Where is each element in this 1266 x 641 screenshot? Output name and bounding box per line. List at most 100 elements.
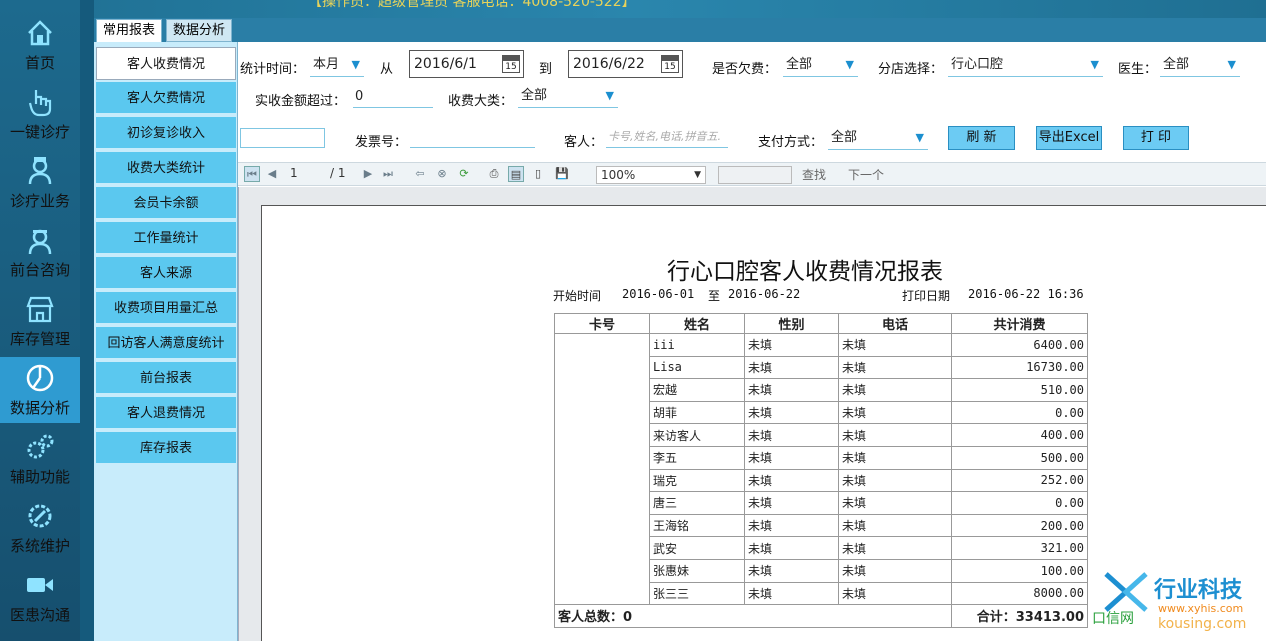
report-list-item[interactable]: 库存报表 <box>96 432 236 465</box>
branch-select[interactable]: 行心口腔 ▼ <box>948 55 1103 77</box>
print-button[interactable]: 打 印 <box>1123 126 1189 150</box>
cell-gender: 未填 <box>744 445 839 470</box>
nav-item-label: 医患沟通 <box>9 606 70 624</box>
calendar-icon[interactable]: 15 <box>502 55 520 73</box>
cell-name: 武安 <box>649 536 745 560</box>
nav-item-0[interactable]: 首页 <box>0 12 80 78</box>
table-row: 宏越 未填 未填 510.00 <box>554 378 1088 402</box>
report-list-item[interactable]: 会员卡余额 <box>96 187 236 220</box>
refresh-button[interactable]: 刷 新 <box>948 126 1015 150</box>
cell-phone: 未填 <box>838 445 952 470</box>
print-layout-icon[interactable]: ▤ <box>508 166 524 182</box>
invoice-input[interactable] <box>410 128 535 148</box>
cell-phone: 未填 <box>838 558 952 583</box>
nav-item-1[interactable]: 一键诊疗 <box>0 81 80 147</box>
period-value: 本月 <box>313 57 340 72</box>
nav-item-label: 一键诊疗 <box>9 123 70 141</box>
cell-gender: 未填 <box>744 558 839 583</box>
nav-item-3[interactable]: 前台咨询 <box>0 219 80 285</box>
cell-total: 100.00 <box>951 558 1088 583</box>
site-url: kousing.com <box>1158 616 1247 632</box>
export-icon[interactable]: 💾 <box>554 166 570 182</box>
end-date-value: 2016-06-22 <box>728 287 801 301</box>
date-range-separator: 至 <box>708 289 721 303</box>
find-input[interactable] <box>718 166 792 184</box>
page-setup-icon[interactable]: ▯ <box>530 166 546 182</box>
first-page-icon[interactable]: ⏮ <box>244 166 260 182</box>
report-list-item[interactable]: 客人收费情况 <box>96 47 236 80</box>
printer-icon[interactable]: ⎙ <box>486 166 502 182</box>
cell-phone: 未填 <box>838 491 952 515</box>
nav-item-7[interactable]: 系统维护 <box>0 495 80 561</box>
amount-input[interactable]: 0 <box>353 88 433 108</box>
tab-common-reports[interactable]: 常用报表 <box>96 19 163 42</box>
current-page-input[interactable]: 1 <box>290 166 298 180</box>
store-icon <box>25 294 55 324</box>
nav-item-label: 系统维护 <box>9 537 70 555</box>
payment-select[interactable]: 全部 ▼ <box>828 128 928 150</box>
stop-icon[interactable]: ⊗ <box>434 166 450 182</box>
cell-gender: 未填 <box>744 378 839 402</box>
find-next-button[interactable]: 下一个 <box>848 166 884 183</box>
nav-item-8[interactable]: 医患沟通 <box>0 564 80 630</box>
category-value: 全部 <box>521 88 548 103</box>
report-list-item[interactable]: 工作量统计 <box>96 222 236 255</box>
export-excel-button[interactable]: 导出Excel <box>1036 126 1102 150</box>
cell-total: 0.00 <box>951 400 1088 425</box>
table-row: 张三三 未填 未填 8000.00 <box>554 581 1088 606</box>
nav-item-2[interactable]: 诊疗业务 <box>0 150 80 216</box>
previous-page-icon[interactable]: ◀ <box>264 166 280 182</box>
report-list-item[interactable]: 收费项目用量汇总 <box>96 292 236 325</box>
last-page-icon[interactable]: ⏭ <box>380 166 396 182</box>
calendar-icon[interactable]: 15 <box>661 55 679 73</box>
cell-name: iii <box>649 333 745 357</box>
nav-item-4[interactable]: 库存管理 <box>0 288 80 354</box>
col-card: 卡号 <box>554 313 650 334</box>
report-list-item[interactable]: 前台报表 <box>96 362 236 395</box>
from-date-picker[interactable]: 2016/6/1 15 <box>409 50 524 78</box>
doctor-select[interactable]: 全部 ▼ <box>1160 55 1240 77</box>
cell-phone: 未填 <box>838 513 952 538</box>
cell-gender: 未填 <box>744 355 839 380</box>
chevron-down-icon: ▼ <box>351 58 360 71</box>
back-icon[interactable]: ⇦ <box>412 166 428 182</box>
cell-total: 8000.00 <box>951 581 1088 606</box>
payment-value: 全部 <box>831 130 858 145</box>
to-label: 到 <box>539 62 553 77</box>
report-list-item[interactable]: 客人来源 <box>96 257 236 290</box>
category-label: 收费大类： <box>448 94 514 109</box>
hand-pointer-icon <box>25 87 55 117</box>
card-input[interactable] <box>240 128 325 148</box>
nav-item-6[interactable]: 辅助功能 <box>0 426 80 492</box>
report-list-item[interactable]: 初诊复诊收入 <box>96 117 236 150</box>
customer-search-input[interactable]: 卡号,姓名,电话,拼音五. <box>606 128 728 148</box>
doctor-label: 医生： <box>1118 62 1158 77</box>
print-date-value: 2016-06-22 16:36 <box>968 287 1084 301</box>
cell-total: 252.00 <box>951 468 1088 493</box>
report-list-item[interactable]: 客人退费情况 <box>96 397 236 430</box>
zoom-select[interactable]: 100% ▼ <box>596 166 706 184</box>
arrears-value: 全部 <box>786 57 813 72</box>
find-button[interactable]: 查找 <box>802 166 826 183</box>
arrears-select[interactable]: 全部 ▼ <box>783 55 858 77</box>
period-select[interactable]: 本月 ▼ <box>310 55 364 77</box>
category-select[interactable]: 全部 ▼ <box>518 86 618 108</box>
viewer-toolbar: ⏮ ◀ 1 / 1 ▶ ⏭ ⇦ ⊗ ⟳ ⎙ ▤ ▯ 💾 100% ▼ 查找 下一个 <box>238 162 1266 186</box>
nav-item-5[interactable]: 数据分析 <box>0 357 80 423</box>
cell-total: 400.00 <box>951 423 1088 447</box>
table-row: 武安 未填 未填 321.00 <box>554 536 1088 560</box>
report-list-item[interactable]: 收费大类统计 <box>96 152 236 185</box>
to-date-picker[interactable]: 2016/6/22 15 <box>568 50 683 78</box>
cell-phone: 未填 <box>838 423 952 447</box>
cell-total: 200.00 <box>951 513 1088 538</box>
table-row: 瑞克 未填 未填 252.00 <box>554 468 1088 493</box>
cell-phone: 未填 <box>838 536 952 560</box>
pie-chart-icon <box>25 363 55 393</box>
report-list-item[interactable]: 回访客人满意度统计 <box>96 327 236 360</box>
amount-label: 实收金额超过： <box>255 94 347 109</box>
cell-gender: 未填 <box>744 468 839 493</box>
refresh-icon[interactable]: ⟳ <box>456 166 472 182</box>
tab-data-analysis[interactable]: 数据分析 <box>166 19 233 42</box>
report-list-item[interactable]: 客人欠费情况 <box>96 82 236 115</box>
next-page-icon[interactable]: ▶ <box>360 166 376 182</box>
